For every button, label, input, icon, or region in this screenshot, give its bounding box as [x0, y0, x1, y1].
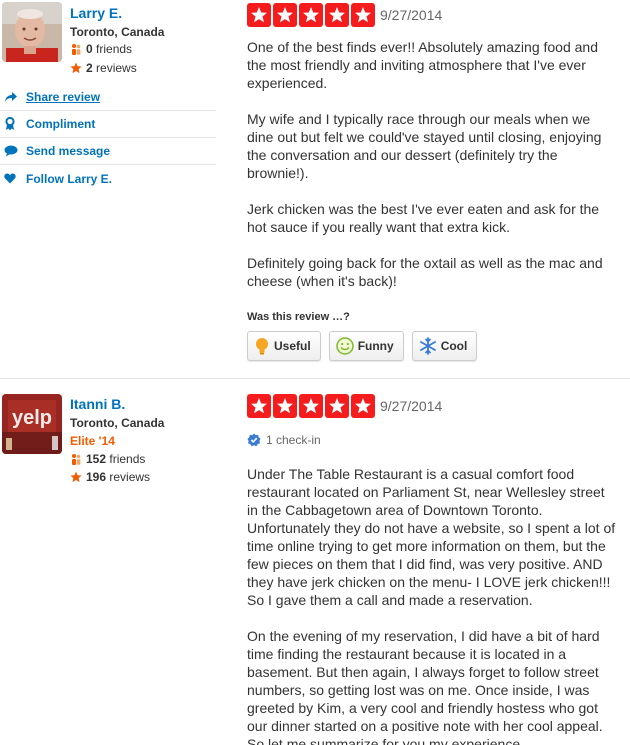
friends-label: friends [109, 452, 146, 466]
review-paragraph: My wife and I typically race through our… [247, 111, 602, 181]
review-paragraph: On the evening of my reservation, I did … [247, 628, 603, 745]
share-review-label[interactable]: Share review [22, 90, 100, 104]
rating-star-icon [299, 3, 323, 27]
rating-star-icon [325, 394, 349, 418]
reviews-count: 2 [86, 61, 93, 75]
friends-count: 152 [86, 452, 107, 466]
reviews-label: reviews [109, 470, 151, 484]
friends-icon [72, 44, 81, 55]
review-text: Under The Table Restaurant is a casual c… [247, 465, 619, 745]
checkin-label: 1 check-in [266, 433, 321, 447]
heart-icon [0, 173, 22, 184]
review-item: Larry E. Toronto, Canada 0 friends 2 rev… [0, 0, 630, 378]
compliment-label[interactable]: Compliment [22, 117, 95, 131]
send-message-label[interactable]: Send message [22, 144, 110, 158]
review-paragraph: Definitely going back for the oxtail as … [247, 255, 603, 289]
reviews-label: reviews [96, 61, 137, 75]
ribbon-icon [0, 117, 22, 131]
review-paragraph: Under The Table Restaurant is a casual c… [247, 466, 616, 608]
svg-text:yelp: yelp [12, 407, 52, 429]
smiley-icon [335, 337, 354, 355]
vote-prompt: Was this review …? [247, 311, 350, 323]
review-paragraph: One of the best finds ever!! Absolutely … [247, 39, 598, 91]
rating-star-icon [273, 394, 297, 418]
checkin-count: 1 check-in [247, 433, 321, 447]
cool-label[interactable]: Cool [441, 339, 468, 353]
friends-label: friends [96, 42, 133, 56]
review-date: 9/27/2014 [380, 7, 443, 23]
friends-stat: 0 friends [70, 42, 132, 56]
rating-star-icon [351, 3, 375, 27]
star-icon [70, 471, 82, 483]
elite-badge: Elite '14 [70, 434, 115, 448]
compliment-link[interactable]: Compliment [0, 111, 216, 138]
share-arrow-icon [0, 91, 22, 103]
rating-star-icon [247, 394, 271, 418]
useful-label[interactable]: Useful [274, 339, 311, 353]
speech-bubble-icon [0, 145, 22, 157]
user-avatar[interactable]: yelp [2, 394, 62, 454]
rating-star-icon [299, 394, 323, 418]
star-icon [70, 62, 82, 74]
follow-user-link[interactable]: Follow Larry E. [0, 165, 216, 192]
review-item: yelp Itanni B. Toronto, Canada Elite '14… [0, 378, 630, 745]
user-location: Toronto, Canada [70, 25, 165, 39]
cool-button[interactable]: Cool [411, 331, 478, 361]
rating-star-icon [247, 3, 271, 27]
send-message-link[interactable]: Send message [0, 138, 216, 165]
friends-count: 0 [86, 42, 93, 56]
share-review-link[interactable]: Share review [0, 84, 216, 111]
rating-star-icon [273, 3, 297, 27]
star-rating [247, 394, 375, 418]
checkin-badge-icon [247, 433, 261, 447]
funny-button[interactable]: Funny [328, 331, 404, 361]
rating-star-icon [351, 394, 375, 418]
friends-icon [72, 454, 81, 465]
reviews-stat: 2 reviews [70, 61, 137, 75]
user-name[interactable]: Itanni B. [70, 396, 125, 412]
reviews-count: 196 [86, 470, 107, 484]
review-actions: Share review Compliment Send message Fol… [0, 84, 216, 192]
snowflake-icon [419, 337, 436, 355]
review-text: One of the best finds ever!! Absolutely … [247, 38, 619, 308]
user-location: Toronto, Canada [70, 416, 165, 430]
follow-user-label[interactable]: Follow Larry E. [22, 172, 112, 186]
useful-button[interactable]: Useful [247, 331, 321, 361]
rating-star-icon [325, 3, 349, 27]
vote-buttons: Useful Funny Cool [247, 331, 478, 361]
funny-label[interactable]: Funny [358, 339, 394, 353]
reviews-stat: 196 reviews [70, 470, 150, 484]
user-name[interactable]: Larry E. [70, 5, 122, 21]
friends-stat: 152 friends [70, 452, 145, 466]
star-rating [247, 3, 375, 27]
user-avatar[interactable] [2, 2, 62, 62]
review-paragraph: Jerk chicken was the best I've ever eate… [247, 201, 600, 235]
lightbulb-icon [256, 338, 268, 355]
review-date: 9/27/2014 [380, 398, 443, 414]
